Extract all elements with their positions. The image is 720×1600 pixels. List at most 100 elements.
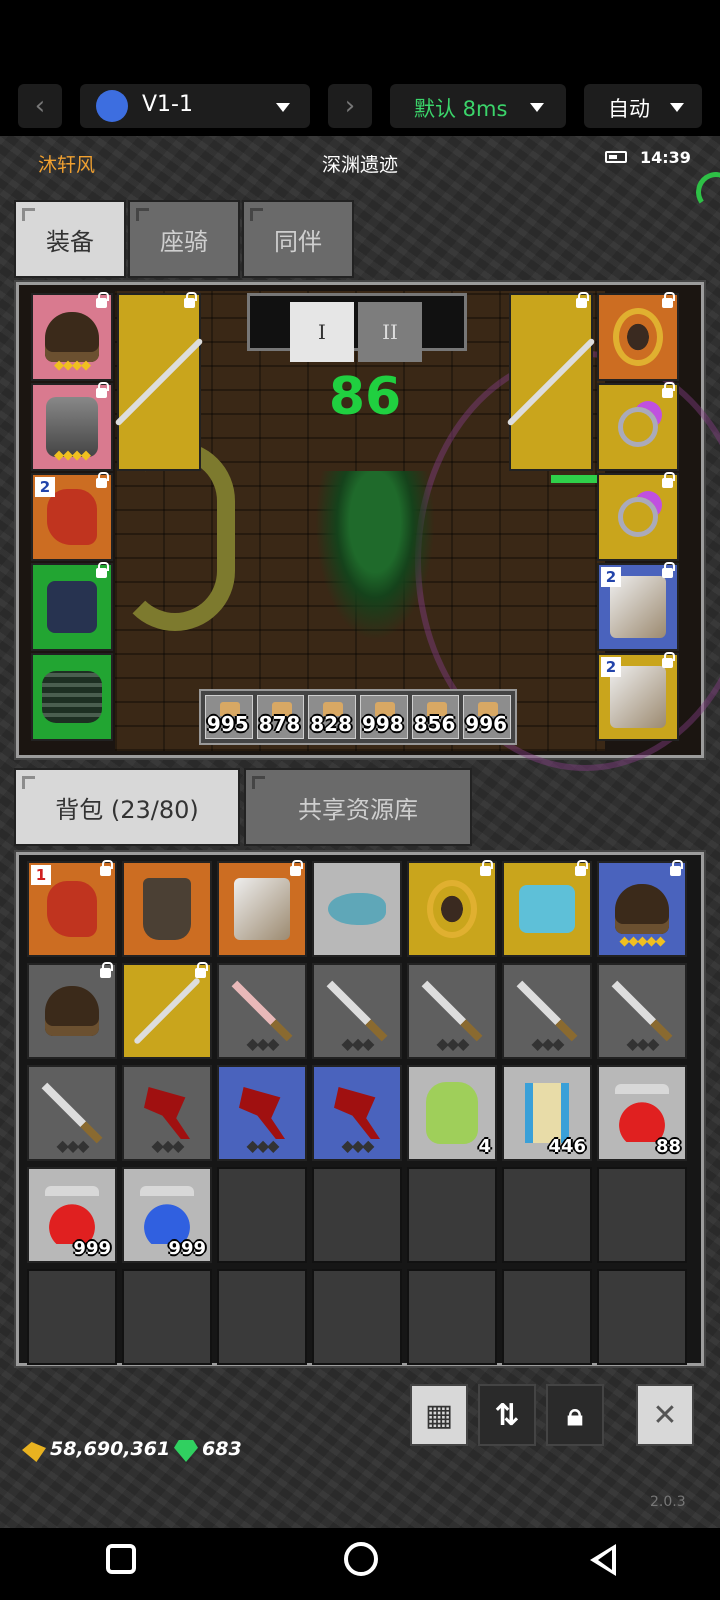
bag-item[interactable] — [27, 962, 117, 1059]
bag-item[interactable] — [217, 860, 307, 957]
tab-mount[interactable]: 座骑 — [128, 200, 240, 278]
lock-icon — [662, 292, 675, 308]
recent-apps-button[interactable] — [106, 1544, 136, 1574]
equip-slot-off-weapon[interactable] — [506, 292, 596, 471]
quickbar-slot[interactable]: 996 — [463, 695, 512, 739]
prev-arrow-button[interactable]: ‹ — [18, 84, 62, 128]
lock-button[interactable]: 🔒︎ — [546, 1384, 604, 1446]
equip-slot-ring-1[interactable] — [597, 382, 679, 471]
bag-item[interactable]: 88 — [597, 1065, 687, 1161]
item-count: 88 — [655, 1136, 681, 1157]
tab-shared-storage[interactable]: 共享资源库 — [244, 768, 472, 846]
empty-bag-slot[interactable] — [407, 1269, 497, 1365]
tab-label: 背包 (23/80) — [55, 795, 199, 824]
bag-item[interactable]: 1 — [27, 860, 117, 957]
empty-bag-slot[interactable] — [217, 1167, 307, 1263]
close-button[interactable]: ✕ — [636, 1384, 694, 1446]
equip-slot-armor[interactable]: ◆◆◆◆ — [31, 382, 113, 471]
equip-slot-main-weapon[interactable] — [114, 292, 204, 471]
level-badge: 1 — [31, 865, 51, 885]
quickbar-slot[interactable]: 995 — [205, 695, 253, 739]
equip-slot-companion-1[interactable]: 2 — [597, 562, 679, 651]
profile-selector[interactable]: V1-1 — [80, 84, 310, 128]
empty-bag-slot[interactable] — [407, 1167, 497, 1263]
grid-view-button[interactable]: ▦ — [410, 1384, 468, 1446]
bag-item[interactable]: ◆◆◆ — [502, 963, 592, 1059]
empty-bag-slot[interactable] — [502, 1269, 592, 1365]
empty-bag-slot[interactable] — [597, 1167, 687, 1263]
bag-item[interactable]: 999 — [27, 1167, 117, 1263]
empty-bag-slot[interactable] — [312, 1167, 402, 1263]
bag-item[interactable] — [502, 860, 592, 957]
bag-item[interactable] — [407, 860, 497, 957]
bag-item[interactable]: ◆◆◆ — [312, 963, 402, 1059]
scroll-icon — [525, 1083, 569, 1143]
boots-icon — [47, 581, 97, 633]
sort-button[interactable]: ⇅ — [478, 1384, 536, 1446]
lock-icon — [96, 472, 109, 488]
health-potion-icon — [615, 1084, 669, 1142]
bag-item[interactable] — [312, 861, 402, 957]
home-button[interactable] — [344, 1542, 378, 1576]
equipment-panel: I II 86 ◆◆◆◆ ◆◆◆◆ 2 2 2 995 878 828 998 … — [14, 280, 720, 771]
empty-bag-slot[interactable] — [502, 1167, 592, 1263]
bag-item[interactable]: ◆◆◆ — [217, 963, 307, 1059]
star-rating: ◆◆◆◆ — [54, 358, 91, 373]
empty-bag-slot[interactable] — [312, 1269, 402, 1365]
bag-item[interactable]: 999 — [122, 1167, 212, 1263]
level-badge: 2 — [601, 567, 621, 587]
tab-backpack[interactable]: 背包 (23/80) — [14, 768, 240, 846]
lock-icon — [480, 860, 493, 876]
bag-item[interactable]: ◆◆◆ — [312, 1065, 402, 1161]
quickbar-slot[interactable]: 856 — [411, 695, 460, 739]
mode-selector[interactable]: 自动 — [584, 84, 702, 128]
cape-icon — [143, 878, 191, 940]
lock-icon — [662, 382, 675, 398]
bag-item[interactable] — [122, 861, 212, 957]
bag-item[interactable]: ◆◆◆ — [27, 1065, 117, 1161]
tab-equipment[interactable]: 装备 — [14, 200, 126, 278]
empty-bag-slot[interactable] — [597, 1269, 687, 1365]
axe-icon — [239, 1087, 285, 1139]
equip-slot-gloves[interactable]: 2 — [31, 472, 113, 561]
equip-slot-boots[interactable] — [31, 562, 113, 651]
emulator-toolbar: ‹ V1-1 › 默认 8ms 自动 — [0, 0, 720, 136]
latency-selector[interactable]: 默认 8ms — [390, 84, 566, 128]
equip-slot-companion-2[interactable]: 2 — [597, 652, 679, 741]
lock-icon — [96, 382, 109, 398]
set-1-button[interactable]: I — [290, 302, 354, 362]
ring-icon — [618, 497, 658, 537]
equip-slot-belt[interactable] — [31, 653, 113, 741]
gold-coin-icon — [22, 1442, 46, 1462]
back-button[interactable] — [590, 1544, 616, 1576]
bag-item[interactable]: ◆◆◆ — [217, 1065, 307, 1161]
ring-icon — [618, 407, 658, 447]
bag-item[interactable]: ◆◆◆ — [407, 963, 497, 1059]
next-arrow-button[interactable]: › — [328, 84, 372, 128]
bag-item[interactable]: 446 — [502, 1065, 592, 1161]
quickbar-slot[interactable]: 998 — [360, 695, 408, 739]
version-label: 2.0.3 — [650, 1494, 686, 1510]
game-screen: 沐轩风 深渊遗迹 14:39 装备 座骑 同伴 I II 86 ◆◆◆◆ ◆◆◆… — [0, 136, 720, 1528]
equip-slot-amulet[interactable] — [597, 292, 679, 381]
quickbar-slot[interactable]: 878 — [256, 695, 305, 739]
socket-slots: ◆◆◆ — [246, 1034, 280, 1053]
equip-slot-helmet[interactable]: ◆◆◆◆ — [31, 292, 113, 381]
lock-icon — [96, 562, 109, 578]
bag-item[interactable]: ◆◆◆◆◆ — [597, 860, 687, 957]
bag-item[interactable] — [122, 962, 212, 1059]
empty-bag-slot[interactable] — [27, 1269, 117, 1365]
empty-bag-slot[interactable] — [122, 1269, 212, 1365]
set-2-button[interactable]: II — [358, 302, 422, 362]
sword-icon — [611, 980, 673, 1042]
bag-item[interactable]: ◆◆◆ — [122, 1065, 212, 1161]
tab-companion[interactable]: 同伴 — [242, 200, 354, 278]
bag-item[interactable]: 4 — [407, 1065, 497, 1161]
equip-slot-ring-2[interactable] — [597, 472, 679, 561]
spear-icon — [506, 337, 596, 427]
empty-bag-slot[interactable] — [217, 1269, 307, 1365]
quickbar-slot[interactable]: 828 — [308, 695, 357, 739]
bag-item[interactable]: ◆◆◆ — [597, 963, 687, 1059]
gloves-icon — [47, 489, 97, 545]
grid-icon: ▦ — [424, 1397, 454, 1433]
